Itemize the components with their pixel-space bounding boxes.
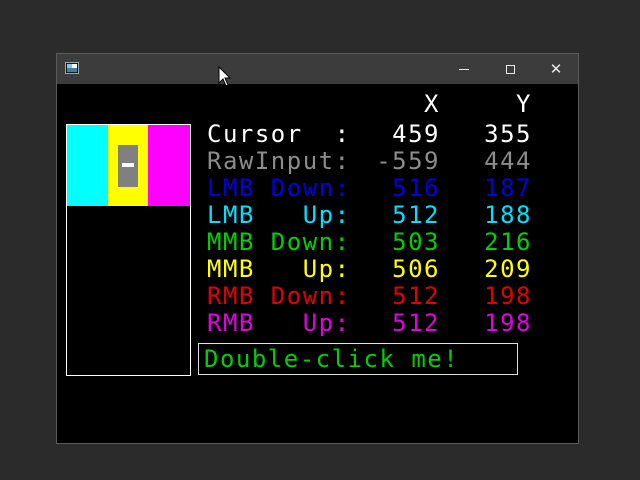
cursor-x: 459 bbox=[392, 120, 440, 148]
mmb-down-y: 216 bbox=[484, 228, 532, 256]
raw-input-x: -559 bbox=[376, 147, 440, 175]
double-click-target[interactable]: Double-click me! bbox=[198, 343, 518, 375]
mmb-down-label: MMB Down: bbox=[207, 228, 351, 256]
header-y: Y bbox=[516, 90, 532, 118]
color-band-magenta bbox=[148, 125, 190, 206]
lmb-up-label: LMB Up: bbox=[207, 201, 351, 229]
mmb-up-x: 506 bbox=[392, 255, 440, 283]
header-x: X bbox=[424, 90, 440, 118]
close-button[interactable]: ✕ bbox=[533, 54, 579, 84]
color-band-cyan bbox=[67, 125, 108, 206]
mmb-down-x: 503 bbox=[392, 228, 440, 256]
mmb-up-y: 209 bbox=[484, 255, 532, 283]
maximize-icon bbox=[505, 64, 515, 74]
close-icon: ✕ bbox=[549, 60, 563, 78]
cursor-label: Cursor : bbox=[207, 120, 351, 148]
rmb-down-label: RMB Down: bbox=[207, 282, 351, 310]
mouse-pointer-icon bbox=[218, 66, 232, 87]
rmb-down-x: 512 bbox=[392, 282, 440, 310]
client-area[interactable]: X Y Cursor : 459 355 RawInput: -559 444 LMB Do… bbox=[57, 84, 578, 443]
rmb-up-y: 198 bbox=[484, 309, 532, 337]
lmb-down-y: 187 bbox=[484, 174, 532, 202]
mouse-icon bbox=[118, 145, 138, 187]
mmb-up-label: MMB Up: bbox=[207, 255, 351, 283]
rmb-up-x: 512 bbox=[392, 309, 440, 337]
app-window: ✕ X Y Cursor : 459 355 RawInput: -559 444 LMB … bbox=[56, 53, 579, 444]
lmb-up-x: 512 bbox=[392, 201, 440, 229]
lmb-down-x: 516 bbox=[392, 174, 440, 202]
rmb-up-label: RMB Up: bbox=[207, 309, 351, 337]
maximize-button[interactable] bbox=[487, 54, 533, 84]
rmb-down-y: 198 bbox=[484, 282, 532, 310]
lmb-down-label: LMB Down: bbox=[207, 174, 351, 202]
raw-input-label: RawInput: bbox=[207, 147, 351, 175]
raw-input-y: 444 bbox=[484, 147, 532, 175]
lmb-up-y: 188 bbox=[484, 201, 532, 229]
minimize-button[interactable] bbox=[441, 54, 487, 84]
minimize-icon bbox=[459, 68, 469, 70]
app-icon[interactable] bbox=[65, 62, 79, 74]
mouse-wheel-icon bbox=[122, 163, 134, 167]
title-bar[interactable]: ✕ bbox=[57, 54, 578, 84]
mouse-preview-panel[interactable] bbox=[66, 124, 191, 376]
cursor-y: 355 bbox=[484, 120, 532, 148]
